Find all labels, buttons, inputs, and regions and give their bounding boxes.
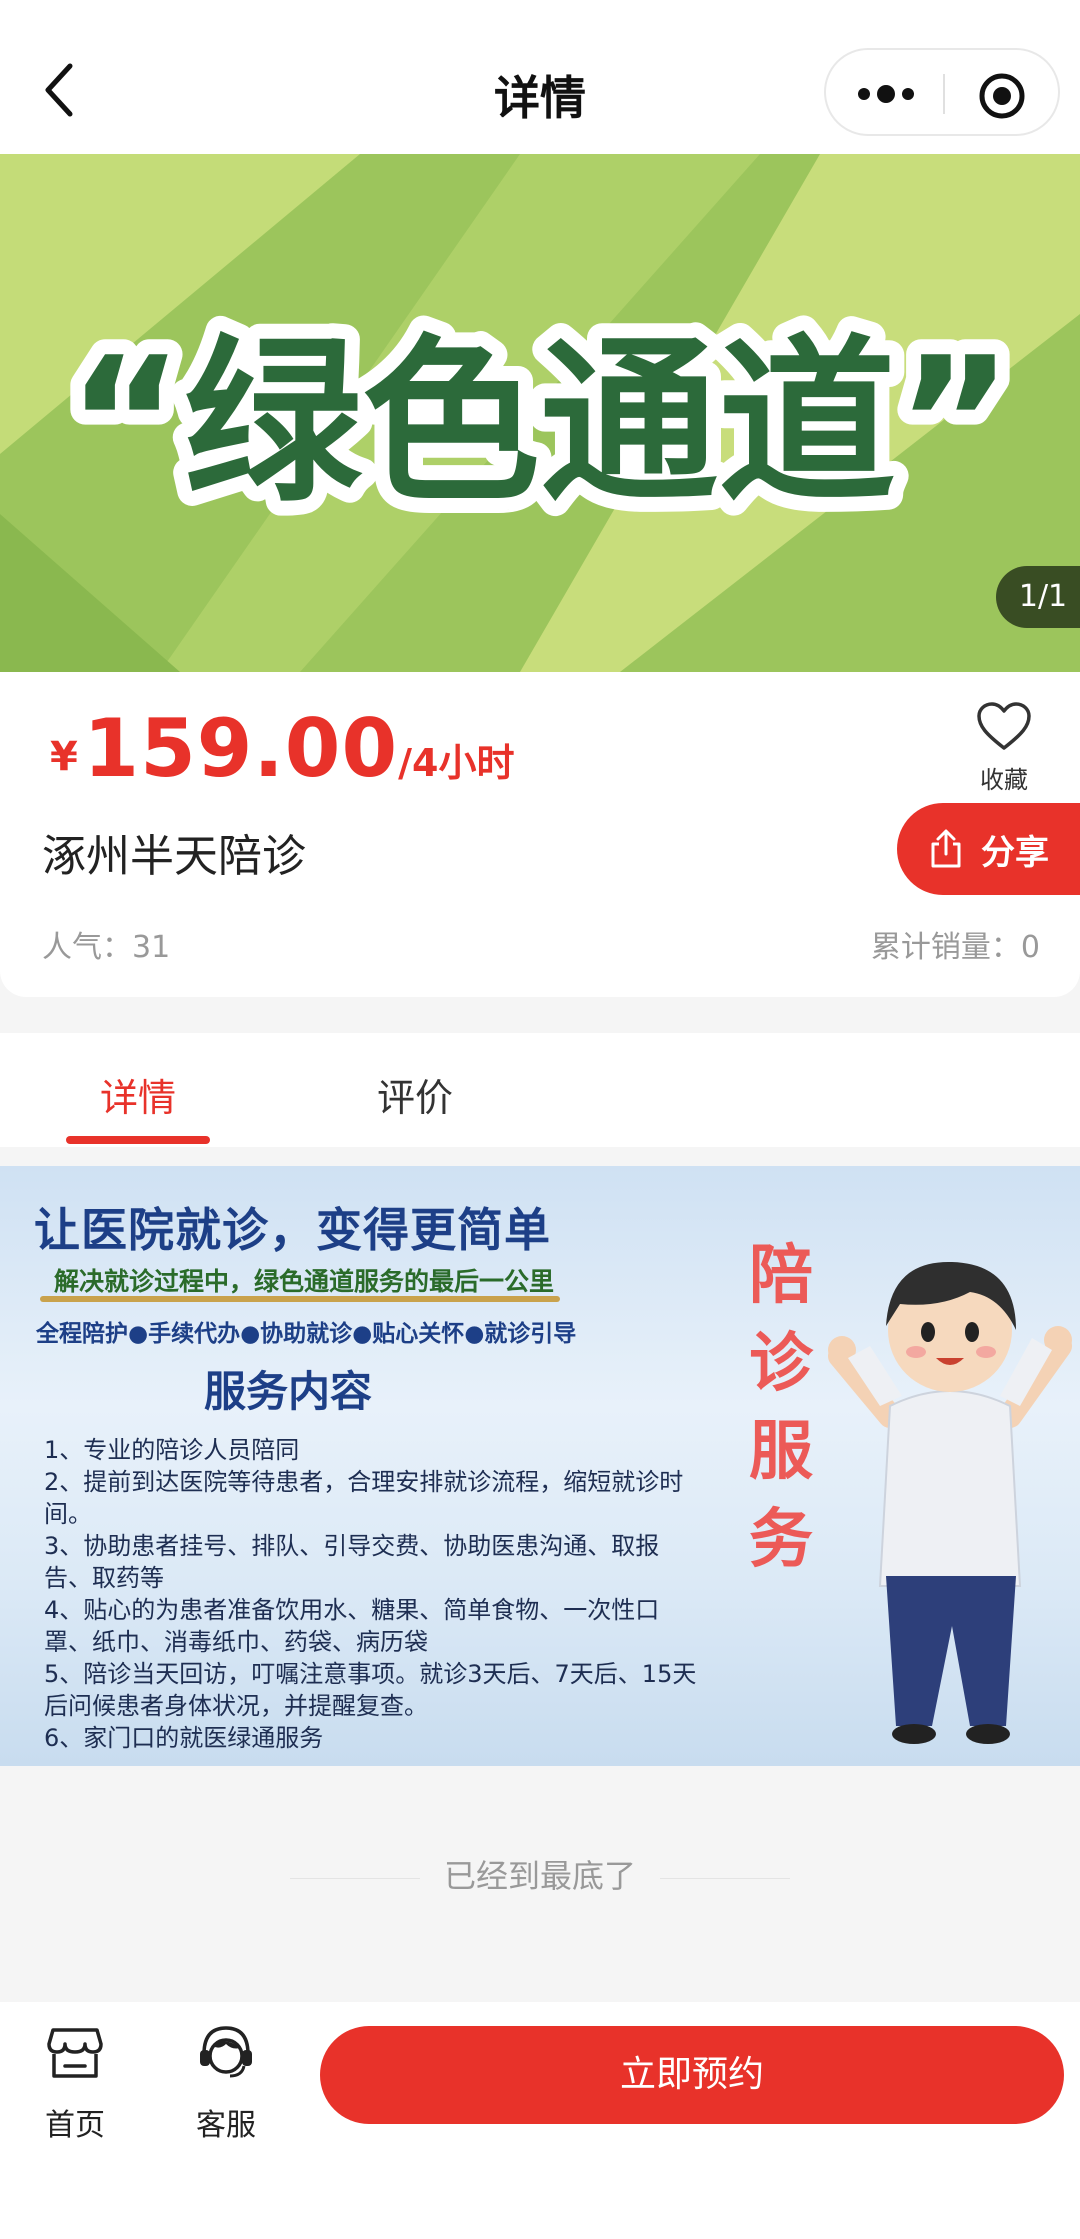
product-banner[interactable]: “绿色通道” “绿色通道” 1/1 (0, 154, 1080, 672)
nav-header: 详情 (0, 0, 1080, 154)
target-circle-icon[interactable] (978, 72, 1026, 120)
tab-detail[interactable]: 详情 (100, 1067, 176, 1122)
bottom-action-bar: 首页 客服 立即预约 (0, 2002, 1080, 2239)
detail-tabs: 详情 评价 (0, 1033, 1080, 1147)
banner-graphic: “绿色通道” “绿色通道” (0, 154, 1080, 672)
poster-subtitle: 解决就诊过程中，绿色通道服务的最后一公里 (54, 1267, 555, 1296)
sales-count: 累计销量：0 (870, 930, 1040, 965)
poster-heading: 服务内容 (204, 1367, 373, 1416)
poster-underline (40, 1296, 560, 1302)
poster-title: 让医院就诊，变得更简单 (34, 1203, 551, 1257)
svg-text:“绿色通道”: “绿色通道” (67, 319, 1013, 526)
service-item: 6、家门口的就医绿通服务 (44, 1724, 324, 1752)
price-unit: /4小时 (398, 741, 515, 785)
mini-program-capsule (824, 48, 1060, 136)
capsule-divider (943, 74, 945, 114)
service-item: 1、专业的陪诊人员陪同 (44, 1436, 300, 1464)
price: ¥ 159.00/4小时 (50, 702, 514, 795)
currency-symbol: ¥ (50, 734, 78, 780)
active-tab-indicator (66, 1136, 210, 1144)
price-value: 159.00 (83, 702, 399, 795)
poster-tags: 全程陪护●手续代办●协助就诊●贴心关怀●就诊引导 (36, 1321, 577, 1347)
popularity-count: 人气：31 (42, 930, 171, 965)
service-item: 2、提前到达医院等待患者，合理安排就诊流程，缩短就诊时间。 (44, 1468, 684, 1528)
image-pager: 1/1 (996, 566, 1080, 628)
cartoon-boy-illustration (828, 1261, 1072, 1744)
headset-agent-icon (200, 2026, 252, 2078)
share-icon (931, 829, 961, 868)
product-name: 涿州半天陪诊 (42, 831, 306, 882)
service-item: 4、贴心的为患者准备饮用水、糖果、简单食物、一次性口罩、纸巾、消毒纸巾、药袋、病… (44, 1596, 660, 1656)
customer-service-label: 客服 (196, 2108, 256, 2143)
service-poster: 让医院就诊，变得更简单 解决就诊过程中，绿色通道服务的最后一公里 全程陪护●手续… (0, 1166, 1080, 1766)
end-of-list-indicator: 已经到最底了 (0, 1851, 1080, 1897)
book-now-button[interactable]: 立即预约 (320, 2026, 1064, 2124)
share-button[interactable]: 分享 (897, 803, 1080, 895)
poster-vertical-title: 陪诊服务 (749, 1239, 813, 1577)
more-dots-icon[interactable] (856, 76, 916, 112)
customer-service-button[interactable]: 客服 (171, 2022, 281, 2144)
favorite-button[interactable]: 收藏 (962, 702, 1046, 795)
service-item: 5、陪诊当天回访，叮嘱注意事项。就诊3天后、7天后、15天后问候患者身体状况，并… (44, 1660, 697, 1720)
home-button[interactable]: 首页 (20, 2022, 130, 2144)
product-info-card: ¥ 159.00/4小时 收藏 涿州半天陪诊 分享 人气：31 累计销量：0 (0, 672, 1080, 997)
share-label: 分享 (981, 832, 1049, 873)
service-item: 3、协助患者挂号、排队、引导交费、协助医患沟通、取报告、取药等 (44, 1532, 660, 1592)
heart-icon (977, 702, 1031, 750)
tab-review[interactable]: 评价 (377, 1067, 453, 1122)
favorite-label: 收藏 (980, 766, 1028, 794)
home-label: 首页 (45, 2108, 105, 2143)
store-icon (47, 2028, 103, 2078)
service-list: 1、专业的陪诊人员陪同 2、提前到达医院等待患者，合理安排就诊流程，缩短就诊时间… (44, 1434, 704, 1754)
